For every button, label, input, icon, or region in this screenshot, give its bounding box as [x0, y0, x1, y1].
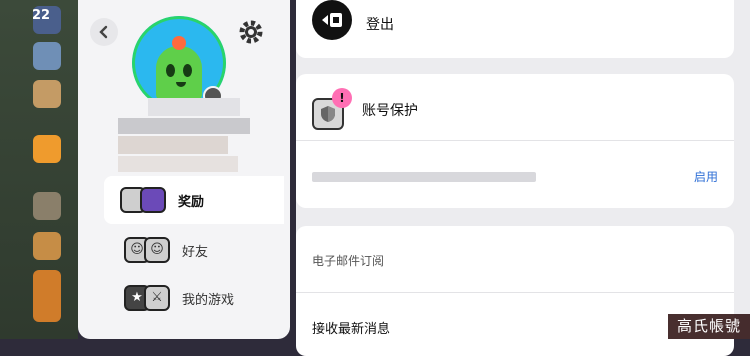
logout-icon — [312, 0, 352, 40]
back-button[interactable] — [90, 18, 118, 46]
account-protection-title: 账号保护 — [362, 103, 418, 119]
menu-item-rewards[interactable]: 奖励 — [104, 176, 284, 224]
blurred-account-info — [118, 118, 250, 134]
my-games-icon: ★ ⚔ — [122, 283, 176, 313]
blurred-username — [148, 98, 240, 116]
blurred-account-info — [118, 136, 228, 154]
divider — [296, 140, 734, 141]
receive-news-label[interactable]: 接收最新消息 — [312, 318, 390, 337]
blurred-description — [312, 172, 536, 182]
logout-card[interactable]: 登出 — [296, 0, 734, 58]
rewards-icon — [118, 185, 172, 215]
menu-item-label: 好友 — [182, 244, 209, 260]
game-shop-icon[interactable] — [33, 42, 61, 70]
game-battle-icon[interactable] — [33, 192, 61, 220]
settings-button[interactable] — [234, 15, 268, 49]
blurred-account-info — [118, 156, 238, 172]
menu-item-label: 我的游戏 — [182, 292, 235, 308]
enable-button[interactable]: 启用 — [694, 168, 718, 185]
divider — [296, 292, 734, 293]
gear-icon — [239, 20, 263, 44]
friends-icon: ☺ ☺ — [122, 235, 176, 265]
profile-panel: 奖励 ☺ ☺ 好友 ★ ⚔ 我的游戏 — [78, 0, 290, 339]
game-items-icon[interactable] — [33, 270, 61, 322]
game-background-strip: 22 — [0, 0, 78, 339]
logout-label: 登出 — [366, 17, 394, 33]
menu-item-label: 奖励 — [178, 194, 205, 210]
alert-icon: ! — [332, 88, 352, 108]
email-subscription-header: 电子邮件订阅 — [312, 254, 385, 268]
level-badge: 22 — [32, 8, 51, 23]
menu-item-friends[interactable]: ☺ ☺ 好友 — [108, 226, 290, 274]
menu-item-my-games[interactable]: ★ ⚔ 我的游戏 — [108, 274, 290, 322]
game-chat-icon[interactable] — [33, 135, 61, 163]
settings-area: 登出 ! 账号保护 启用 电子邮件订阅 接收最新消息 — [296, 0, 750, 356]
chevron-left-icon — [99, 25, 108, 39]
account-protection-card: ! 账号保护 启用 — [296, 74, 734, 208]
watermark: 高氏帳號 — [668, 314, 750, 339]
game-club-icon[interactable] — [33, 232, 61, 260]
game-map-icon[interactable] — [33, 80, 61, 108]
